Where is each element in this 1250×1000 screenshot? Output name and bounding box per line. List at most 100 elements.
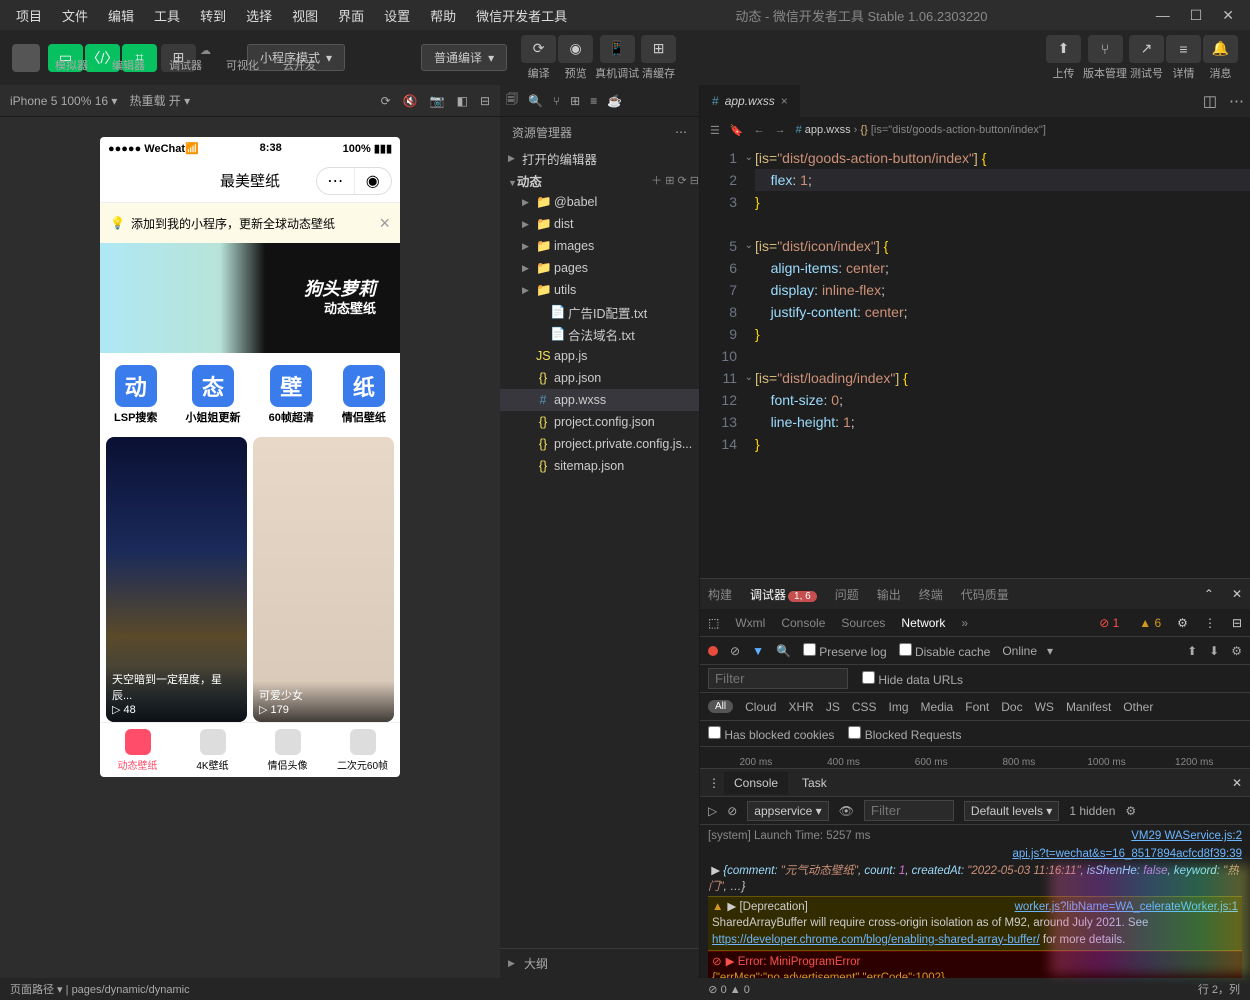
close-icon[interactable]: ✕ [1232, 587, 1242, 601]
menu-item[interactable]: 微信开发者工具 [468, 2, 575, 29]
subtab-network[interactable]: Network [901, 616, 945, 630]
subtab-sources[interactable]: Sources [841, 616, 885, 630]
action-button[interactable]: ⟳ [521, 35, 556, 63]
preserve-log-checkbox[interactable]: Preserve log [803, 643, 887, 659]
open-editors[interactable]: ▶打开的编辑器 [500, 147, 699, 169]
menu-item[interactable]: 选择 [238, 2, 280, 29]
hide-urls-checkbox[interactable]: Hide data URLs [862, 671, 963, 687]
action-button[interactable]: ⊞ [641, 35, 676, 63]
menu-item[interactable]: 转到 [192, 2, 234, 29]
menu-item[interactable]: 工具 [146, 2, 188, 29]
outline[interactable]: ▶大纲 [500, 948, 699, 978]
grid-item[interactable]: 态小姐姐更新 [186, 365, 241, 425]
editor-tab[interactable]: #app.wxss× [700, 85, 800, 117]
avatar[interactable] [12, 44, 40, 72]
grid-item[interactable]: 壁60帧超清 [269, 365, 314, 425]
filter-type[interactable]: JS [826, 700, 840, 714]
tree-item[interactable]: {}app.json [500, 367, 699, 389]
code-editor[interactable]: 1⌄235⌄67891011⌄121314 [is="dist/goods-ac… [700, 143, 1250, 578]
filter-type[interactable]: WS [1035, 700, 1054, 714]
filter-type[interactable]: Cloud [745, 700, 776, 714]
tree-item[interactable]: {}sitemap.json [500, 455, 699, 477]
menu-item[interactable]: 编辑 [100, 2, 142, 29]
tree-item[interactable]: {}project.config.json [500, 411, 699, 433]
menu-item[interactable]: 视图 [284, 2, 326, 29]
menu-item[interactable]: 帮助 [422, 2, 464, 29]
toolbar-right-button[interactable]: ⬆ [1046, 35, 1081, 63]
menu-item[interactable]: 文件 [54, 2, 96, 29]
tree-item[interactable]: ▶📁@babel [500, 191, 699, 213]
eye-icon[interactable]: 👁 [839, 804, 854, 818]
devtools-tab[interactable]: 终端 [919, 586, 943, 603]
filter-icon[interactable]: ▼ [752, 644, 764, 658]
tab-item[interactable]: 二次元60帧 [325, 723, 400, 777]
rotate-icon[interactable]: ◧ [457, 94, 468, 108]
filter-type[interactable]: Img [889, 700, 909, 714]
menu-item[interactable]: 项目 [8, 2, 50, 29]
close-icon[interactable]: ✕ [1222, 7, 1234, 24]
toolbar-right-button[interactable]: ≡ [1166, 35, 1201, 63]
tab-item[interactable]: 动态壁纸 [100, 723, 175, 777]
filter-type[interactable]: CSS [852, 700, 877, 714]
filter-type[interactable]: All [708, 700, 733, 713]
action-button[interactable]: 📱 [600, 35, 635, 63]
tree-item[interactable]: 📄合法域名.txt [500, 323, 699, 345]
clear-icon[interactable]: ⊘ [730, 644, 740, 658]
more-tabs-icon[interactable]: » [961, 616, 968, 630]
devtools-tab[interactable]: 输出 [877, 586, 901, 603]
blocked-cookies-checkbox[interactable]: Has blocked cookies [708, 726, 834, 742]
tree-item[interactable]: ▶📁pages [500, 257, 699, 279]
filter-type[interactable]: Font [965, 700, 989, 714]
filter-type[interactable]: Media [921, 700, 954, 714]
search-icon[interactable]: 🔍 [776, 644, 791, 658]
clear-console-icon[interactable]: ⊘ [727, 804, 737, 818]
tree-item[interactable]: #app.wxss [500, 389, 699, 411]
subtab-wxml[interactable]: Wxml [735, 616, 765, 630]
gear-icon[interactable]: ⚙ [1125, 804, 1136, 818]
network-filter-input[interactable] [708, 668, 848, 689]
cup-icon[interactable]: ☕ [607, 94, 622, 108]
mute-icon[interactable]: 🔇 [403, 94, 418, 108]
phone-simulator[interactable]: ●●●●● WeChat📶 8:38 100% ▮▮▮ 最美壁纸 ⋯◉ 💡添加到… [100, 137, 400, 777]
project-root[interactable]: ▼动态 ＋ ⊞ ⟳ ⊟ [500, 169, 699, 191]
chevron-up-icon[interactable]: ⌃ [1204, 587, 1214, 601]
more-icon[interactable]: ⋯ [675, 125, 687, 139]
filter-type[interactable]: Other [1123, 700, 1153, 714]
action-button[interactable]: ◉ [558, 35, 593, 63]
devtools-tab[interactable]: 调试器1, 6 [750, 586, 817, 603]
record-icon[interactable] [708, 646, 718, 656]
tab-item[interactable]: 情侣头像 [250, 723, 325, 777]
back-icon[interactable]: ⊟ [480, 94, 490, 108]
minimize-icon[interactable]: — [1156, 7, 1170, 24]
grid-item[interactable]: 纸情侣壁纸 [342, 365, 386, 425]
compile-select[interactable]: 普通编译▾ [421, 44, 507, 71]
dock-icon[interactable]: ⊟ [1232, 616, 1242, 630]
devtools-tab[interactable]: 构建 [708, 586, 732, 603]
tree-item[interactable]: ▶📁dist [500, 213, 699, 235]
console-toggle-icon[interactable]: ⋮ [708, 776, 720, 790]
menu-icon[interactable]: ⋯ [317, 168, 354, 194]
filter-type[interactable]: XHR [788, 700, 813, 714]
screenshot-icon[interactable]: 📷 [430, 94, 445, 108]
close-tab-icon[interactable]: × [781, 94, 788, 108]
grid-item[interactable]: 动LSP搜索 [114, 365, 157, 425]
wallpaper-card[interactable]: 可爱少女▷ 179 [253, 437, 394, 722]
levels-select[interactable]: Default levels ▾ [964, 801, 1059, 821]
cursor-position[interactable]: 行 2，列 [1198, 981, 1240, 997]
context-select[interactable]: appservice ▾ [747, 801, 828, 821]
tree-item[interactable]: 📄广告ID配置.txt [500, 301, 699, 323]
breadcrumb[interactable]: # app.wxss › {} [is="dist/goods-action-b… [796, 124, 1046, 136]
search-icon[interactable]: 🔍 [528, 94, 543, 108]
devtools-tab[interactable]: 代码质量 [961, 586, 1009, 603]
toolbar-right-button[interactable]: ⑂ [1088, 35, 1123, 63]
ext-icon[interactable]: ⊞ [570, 94, 580, 108]
list-icon[interactable]: ☰ [710, 124, 720, 137]
console-output[interactable]: [system] Launch Time: 5257 msVM29 WAServ… [700, 825, 1250, 978]
devtools-tab[interactable]: 问题 [835, 586, 859, 603]
subtab-console[interactable]: Console [781, 616, 825, 630]
tree-item[interactable]: JSapp.js [500, 345, 699, 367]
tree-item[interactable]: {}project.private.config.js... [500, 433, 699, 455]
maximize-icon[interactable]: ☐ [1190, 7, 1203, 24]
banner[interactable]: 狗头萝莉动态壁纸 [100, 243, 400, 353]
files-icon[interactable]: 🗐 [506, 90, 518, 111]
